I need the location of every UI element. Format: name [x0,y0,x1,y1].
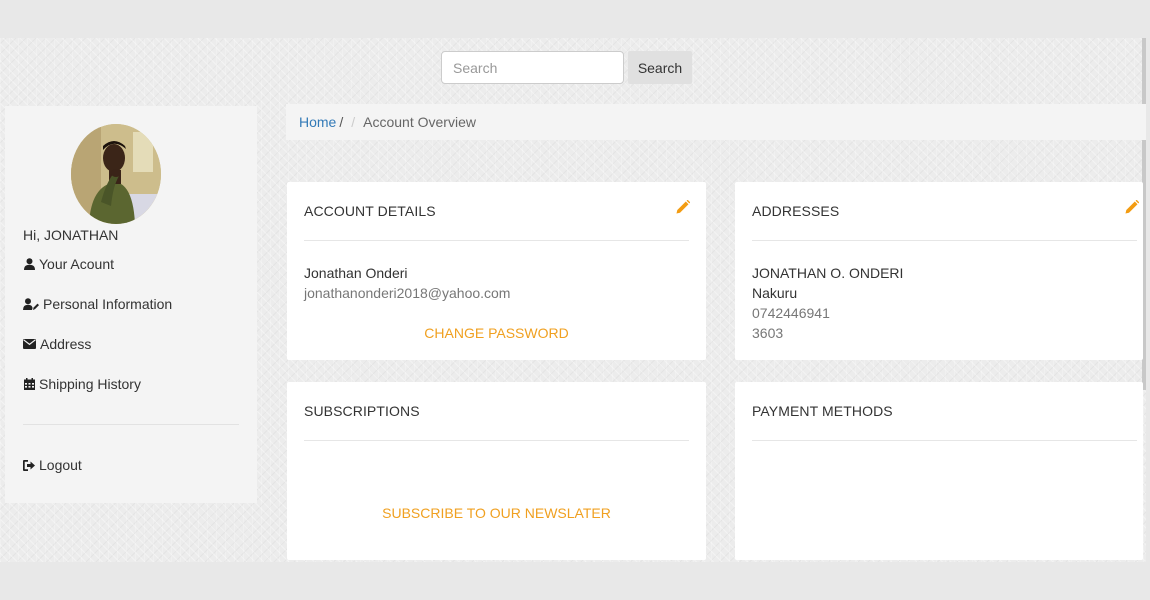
sidebar-item-logout[interactable]: Logout [23,457,82,473]
pencil-icon[interactable] [676,199,691,217]
card-divider [304,440,689,441]
breadcrumb-divider: / [351,114,356,130]
card-divider [304,240,689,241]
user-icon [23,257,35,271]
breadcrumb-separator: / [339,114,344,130]
search-input[interactable] [441,51,624,84]
account-name: Jonathan Onderi [304,265,408,281]
card-divider [752,440,1137,441]
account-details-card: ACCOUNT DETAILS Jonathan Onderi jonathan… [287,182,706,360]
address-code: 3603 [752,325,784,341]
card-title: SUBSCRIPTIONS [304,403,420,419]
change-password-link[interactable]: CHANGE PASSWORD [287,325,706,341]
search-button[interactable]: Search [628,51,692,84]
sidebar-item-personal-information[interactable]: Personal Information [23,296,172,312]
greeting-text: Hi, JONATHAN [23,227,119,243]
user-edit-icon [23,297,39,311]
card-title: ACCOUNT DETAILS [304,203,436,219]
subscriptions-card: SUBSCRIPTIONS SUBSCRIBE TO OUR NEWSLATER [287,382,706,560]
card-title: PAYMENT METHODS [752,403,893,419]
sidebar-item-your-account[interactable]: Your Acount [23,256,114,272]
breadcrumb-current: Account Overview [363,114,476,130]
sidebar-item-shipping-history[interactable]: Shipping History [23,376,141,392]
sidebar-item-label: Your Acount [39,256,114,272]
address-name: JONATHAN O. ONDERI [752,265,904,281]
sidebar-item-address[interactable]: Address [23,336,91,352]
sidebar-item-label: Personal Information [43,296,173,312]
address-phone: 0742446941 [752,305,830,321]
payment-methods-card: PAYMENT METHODS [735,382,1143,560]
card-divider [752,240,1137,241]
breadcrumb: Home / / Account Overview [286,104,1146,140]
breadcrumb-home-link[interactable]: Home [299,114,336,130]
envelope-icon [23,337,36,351]
sidebar-item-label: Address [40,336,92,352]
sidebar-divider [23,424,239,425]
card-title: ADDRESSES [752,203,840,219]
sidebar-item-label: Logout [39,457,82,473]
sign-out-icon [23,458,35,472]
pencil-icon[interactable] [1125,199,1140,217]
sidebar-item-label: Shipping History [39,376,141,392]
addresses-card: ADDRESSES JONATHAN O. ONDERI Nakuru 0742… [735,182,1143,360]
calendar-icon [23,377,35,391]
search-bar: Search [441,51,692,84]
subscribe-newsletter-link[interactable]: SUBSCRIBE TO OUR NEWSLATER [287,505,706,521]
avatar [71,124,161,224]
address-city: Nakuru [752,285,798,301]
account-sidebar: Hi, JONATHAN Your Acount Personal Inform… [5,106,257,503]
account-email: jonathanonderi2018@yahoo.com [304,285,511,301]
